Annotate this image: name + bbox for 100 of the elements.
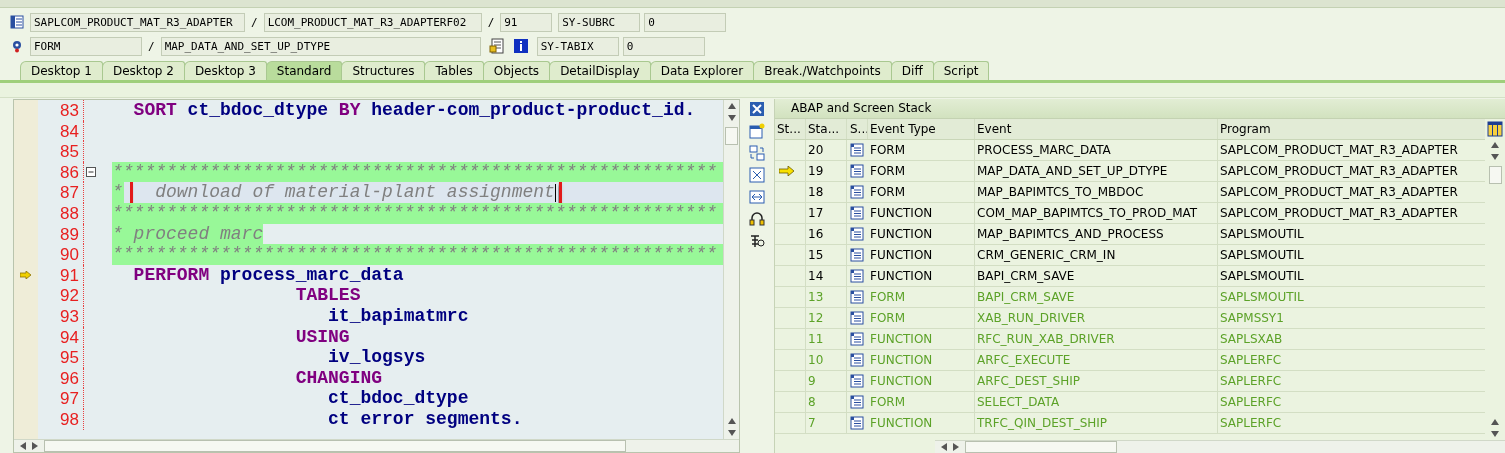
system-field-value[interactable]: 0 [644, 12, 727, 32]
column-header[interactable]: St... [775, 119, 806, 139]
document-icon[interactable] [488, 38, 505, 54]
program-field[interactable]: SAPLCOM_PRODUCT_MAT_R3_ADAPTER [30, 12, 245, 32]
swap-icon[interactable] [749, 145, 765, 161]
table-cell-text: SAPLSMOUTIL [1219, 226, 1305, 243]
table-cell-text: SAPLCOM_PRODUCT_MAT_R3_ADAPTER [1219, 184, 1459, 201]
table-cell: MAP_DATA_AND_SET_UP_DTYPE [975, 161, 1218, 181]
table-cell: FUNCTION [868, 266, 975, 286]
line-number: 88 [38, 202, 84, 224]
table-cell: FORM [868, 140, 975, 160]
scroll-down-icon[interactable] [727, 115, 736, 121]
new-window-icon[interactable] [749, 123, 765, 139]
scroll-left-icon[interactable] [941, 443, 947, 451]
tab[interactable]: Data Explorer [649, 61, 755, 80]
scroll-down-icon[interactable] [1491, 431, 1499, 437]
code-text: BY [338, 100, 361, 121]
scroll-thumb[interactable] [965, 441, 1117, 453]
column-header[interactable]: Sta... [806, 119, 847, 139]
include-field[interactable]: LCOM_PRODUCT_MAT_R3_ADAPTERF02 [263, 12, 482, 32]
scroll-right-icon[interactable] [953, 443, 959, 451]
column-layout-icon[interactable] [1487, 121, 1503, 137]
system-field-value[interactable]: 0 [622, 36, 705, 56]
code-text: USING [294, 326, 350, 348]
code-text: SORT [132, 100, 177, 121]
separator: / [250, 15, 259, 29]
column-header[interactable]: Event [975, 119, 1218, 139]
scroll-thumb[interactable] [1488, 166, 1502, 184]
tab[interactable]: Objects [482, 61, 551, 80]
line-field[interactable]: 91 [500, 12, 553, 32]
system-field-name: SY-SUBRC [558, 12, 641, 32]
line-number: 84 [38, 120, 84, 142]
source-list-icon [850, 227, 864, 241]
table-cell: 7 [806, 413, 847, 433]
tab[interactable]: Script [932, 61, 990, 80]
tab[interactable]: Break./Watchpoints [753, 61, 892, 80]
line-number: 91 [38, 264, 84, 286]
source-list-icon [850, 206, 864, 220]
line-number: 95 [38, 347, 84, 368]
code-text: download of material-plant assignment [133, 182, 558, 203]
scroll-right-icon[interactable] [32, 442, 38, 450]
table-cell: 12 [806, 308, 847, 328]
table-cell-text: SAPLERFC [1219, 394, 1283, 411]
code-text: CHANGING [294, 367, 383, 389]
line-number: 98 [38, 408, 84, 430]
table-cell-text: SAPLERFC [1219, 352, 1283, 369]
tab[interactable]: Structures [341, 61, 426, 80]
tab[interactable]: DetailDisplay [549, 61, 651, 80]
event-type-field[interactable]: FORM [30, 36, 142, 56]
tab[interactable]: Tables [424, 61, 484, 80]
scroll-down-icon[interactable] [1491, 154, 1499, 160]
table-cell-text: SAPLSMOUTIL [1219, 289, 1305, 306]
code-text: PERFORM [132, 264, 210, 286]
table-cell: RFC_RUN_XAB_DRIVER [975, 329, 1218, 349]
scroll-up-icon[interactable] [1491, 142, 1499, 148]
tab[interactable]: Desktop 3 [183, 61, 267, 80]
column-header[interactable]: Event Type [868, 119, 975, 139]
scroll-thumb[interactable] [725, 127, 738, 145]
column-header[interactable]: Program [1218, 119, 1485, 139]
tool-icon[interactable] [749, 233, 765, 249]
tab[interactable]: Desktop 1 [20, 61, 103, 80]
code-text: header-com_product-product_id. [371, 100, 696, 121]
code-text: ******************************************************** [112, 202, 717, 224]
scroll-thumb[interactable] [44, 440, 626, 452]
table-cell: MAP_BAPIMTCS_AND_PROCESS [975, 224, 1218, 244]
line-number: 83 [38, 100, 84, 121]
event-field[interactable]: MAP_DATA_AND_SET_UP_DTYPE [160, 36, 481, 56]
maximize-icon[interactable] [749, 167, 765, 183]
table-cell: 18 [806, 182, 847, 202]
table-cell: XAB_RUN_DRIVER [975, 308, 1218, 328]
scroll-down-icon[interactable] [727, 430, 736, 436]
table-cell: TRFC_QIN_DEST_SHIP [975, 413, 1218, 433]
table-cell: MAP_BAPIMTCS_TO_MBDOC [975, 182, 1218, 202]
table-cell: FUNCTION [868, 371, 975, 391]
tab[interactable]: Desktop 2 [101, 61, 185, 80]
scrollbar[interactable] [935, 440, 1505, 453]
table-cell: FORM [868, 392, 975, 412]
scroll-up-icon[interactable] [727, 418, 736, 424]
table-cell: FUNCTION [868, 203, 975, 223]
tab[interactable]: Diff [890, 61, 934, 80]
column-header[interactable]: S... [847, 119, 868, 139]
scroll-up-icon[interactable] [727, 103, 736, 109]
table-cell: 16 [806, 224, 847, 244]
resize-width-icon[interactable] [749, 189, 765, 205]
table-cell: FUNCTION [868, 224, 975, 244]
table-cell-text: SAPMSSY1 [1219, 310, 1285, 327]
close-icon[interactable] [749, 101, 765, 117]
scroll-up-icon[interactable] [1491, 419, 1499, 425]
scrollbar[interactable] [723, 100, 739, 439]
collapse-icon[interactable] [86, 167, 96, 178]
scrollbar[interactable] [14, 439, 739, 452]
table-cell: 11 [806, 329, 847, 349]
line-number: 94 [38, 326, 84, 348]
info-icon[interactable] [512, 38, 529, 54]
table-cell: 19 [806, 161, 847, 181]
source-list-icon [850, 164, 864, 178]
table-cell: 14 [806, 266, 847, 286]
tab[interactable]: Standard [265, 61, 343, 80]
headset-icon[interactable] [749, 211, 765, 227]
scroll-left-icon[interactable] [20, 442, 26, 450]
